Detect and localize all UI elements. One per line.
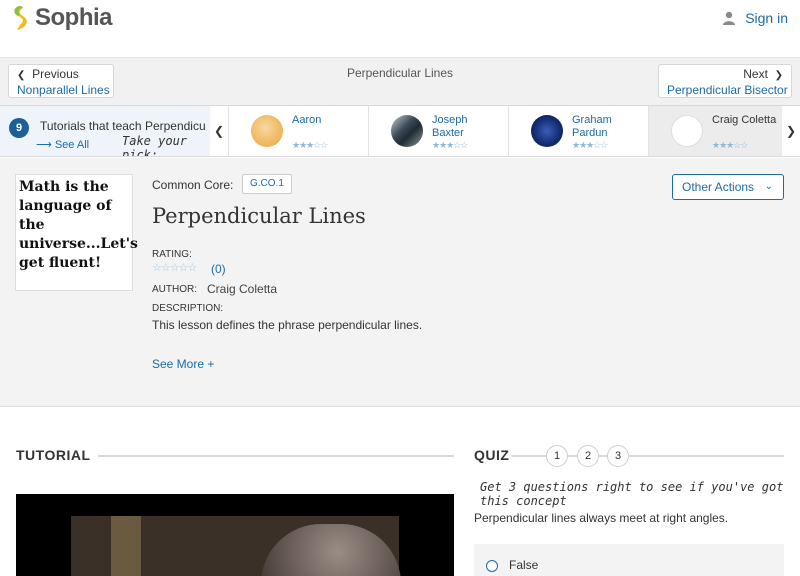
rating-label: RATING: [152, 249, 192, 260]
tutorial-card[interactable]: Joseph Baxter ★★★☆☆ [368, 106, 508, 156]
tutorial-card[interactable]: Graham Pardun ★★★☆☆ [508, 106, 648, 156]
tutorial-author: Aaron [292, 114, 322, 126]
tutorial-thumbnail [531, 115, 563, 147]
strip-next-arrow[interactable]: ❯ [782, 106, 800, 156]
common-core-label: Common Core: [152, 178, 234, 192]
video-figure [261, 524, 401, 576]
quiz-heading: QUIZ [474, 447, 510, 463]
quiz-question-1[interactable]: 1 [546, 445, 568, 467]
author-name: Craig Coletta [207, 282, 278, 296]
chevron-right-icon: ❯ [785, 124, 797, 138]
lesson-title: Perpendicular Lines [152, 204, 366, 228]
arrow-right-icon: ⟶ [36, 139, 52, 151]
see-all-link[interactable]: ⟶ See All [36, 138, 89, 151]
video-frame [71, 516, 401, 576]
tutorials-summary: 9 Tutorials that teach Perpendicular Lin… [0, 106, 210, 156]
site-header: Sophia Sign in [0, 0, 800, 58]
lesson-thumbnail: Math is the language of the universe...L… [15, 174, 138, 291]
tutorial-rating-stars: ★★★☆☆ [572, 140, 608, 150]
quiz-question-3[interactable]: 3 [607, 445, 629, 467]
lesson-info: Math is the language of the universe...L… [0, 158, 800, 407]
previous-lesson-link[interactable]: Nonparallel Lines [17, 83, 110, 97]
description-label: DESCRIPTION: [152, 303, 224, 314]
see-more-link[interactable]: See More + [152, 357, 214, 371]
see-all-label: See All [54, 139, 90, 151]
strip-prev-arrow[interactable]: ❮ [210, 106, 228, 156]
rating-count[interactable]: (0) [211, 262, 226, 276]
tutorial-count-badge: 9 [9, 118, 29, 138]
tutorial-thumbnail [251, 115, 283, 147]
next-button[interactable]: Next ❯ Perpendicular Bisector [658, 64, 792, 98]
common-core-badge[interactable]: G.CO.1 [242, 174, 292, 194]
sign-in-link[interactable]: Sign in [722, 10, 788, 26]
quiz-answer-option[interactable]: False [474, 544, 784, 576]
tutorial-card[interactable]: Aaron ★★★☆☆ [228, 106, 368, 156]
tutorial-rating-stars: ★★★☆☆ [712, 140, 748, 150]
tutorial-rating-stars: ★★★☆☆ [432, 140, 468, 150]
lesson-nav-row: ❮ Previous Nonparallel Lines Perpendicul… [0, 58, 800, 105]
tutorial-author: Graham Pardun [572, 114, 612, 139]
logo-text: Sophia [35, 4, 113, 31]
radio-button[interactable] [486, 560, 498, 572]
other-actions-button[interactable]: Other Actions ⌄ [672, 174, 784, 200]
quiz-hint: Get 3 questions right to see if you've g… [480, 480, 784, 508]
quiz-question-2[interactable]: 2 [577, 445, 599, 467]
tutorial-card-active[interactable]: Craig Coletta ★★★☆☆ [648, 106, 782, 156]
quiz-question-text: Perpendicular lines always meet at right… [474, 511, 729, 525]
tutorial-thumbnail [391, 115, 423, 147]
tutorial-rating-stars: ★★★☆☆ [292, 140, 328, 150]
chevron-left-icon: ❮ [213, 124, 225, 138]
video-background-shape [111, 516, 141, 576]
tutorial-divider [98, 455, 454, 457]
tutorial-video[interactable] [16, 494, 454, 576]
rating-stars[interactable]: ☆☆☆☆☆ [152, 261, 197, 274]
tutorials-label: Tutorials that teach Perpendicular Lines [40, 119, 205, 133]
user-icon [723, 11, 736, 25]
next-label: Next [743, 67, 768, 81]
sophia-logo[interactable]: Sophia [10, 4, 113, 32]
next-lesson-link[interactable]: Perpendicular Bisector [667, 83, 788, 97]
tutorial-heading: TUTORIAL [16, 447, 91, 463]
tutorial-author: Craig Coletta [712, 114, 777, 126]
tutorial-author: Joseph Baxter [432, 114, 468, 139]
sign-in-label: Sign in [745, 10, 788, 26]
other-actions-label: Other Actions [682, 180, 755, 194]
take-your-pick-text: Take your pick: [122, 134, 188, 156]
answer-label: False [509, 558, 539, 572]
tutorials-strip: 9 Tutorials that teach Perpendicular Lin… [0, 105, 800, 157]
sophia-logo-icon [14, 6, 27, 30]
tutorial-thumbnail [671, 115, 703, 147]
chevron-right-icon: ❯ [774, 70, 783, 81]
author-label: AUTHOR: [152, 284, 197, 295]
description-text: This lesson defines the phrase perpendic… [152, 318, 423, 332]
chevron-down-icon: ⌄ [764, 181, 773, 192]
